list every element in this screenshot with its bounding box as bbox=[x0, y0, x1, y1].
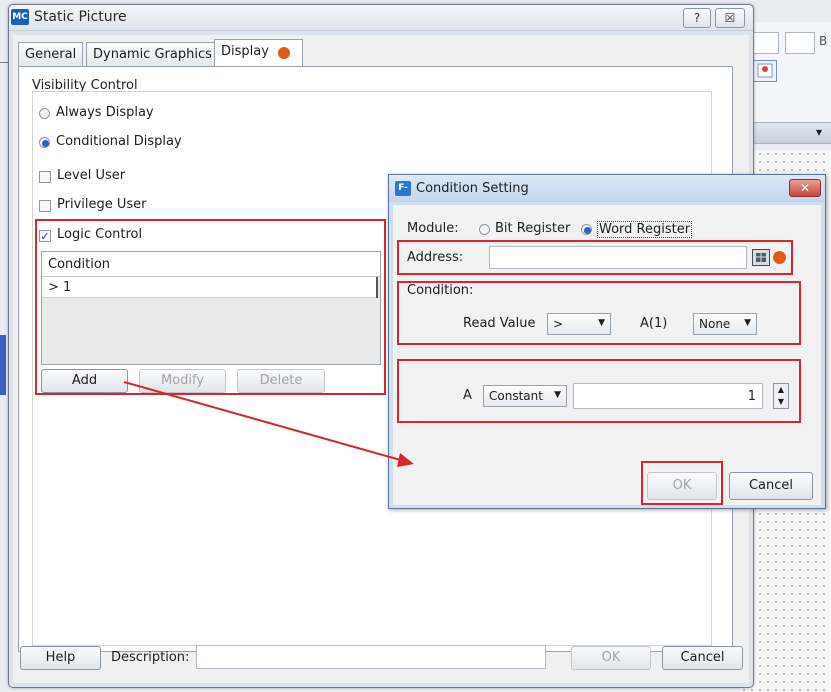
condition-app-icon: F- bbox=[395, 181, 411, 196]
app-icon: MC bbox=[11, 9, 29, 25]
condition-label: Condition: bbox=[407, 283, 474, 298]
condition-column-header: Condition bbox=[48, 257, 111, 272]
read-value-label: Read Value bbox=[463, 316, 536, 331]
background-combo-letter: B bbox=[819, 34, 828, 48]
logic-control-checkbox[interactable]: ✓ bbox=[39, 230, 51, 242]
a1-select[interactable]: None ▼ bbox=[693, 313, 757, 335]
logic-control-label: Logic Control bbox=[57, 227, 143, 242]
condition-ok-button[interactable]: OK bbox=[647, 472, 717, 500]
condition-dialog-title: Condition Setting bbox=[416, 181, 529, 196]
condition-cancel-button[interactable]: Cancel bbox=[729, 472, 813, 500]
module-label: Module: bbox=[407, 221, 459, 236]
tab-label: Display bbox=[221, 44, 269, 59]
value-spinner[interactable]: ▲ ▼ bbox=[773, 383, 789, 409]
background-combo-2[interactable] bbox=[785, 32, 815, 54]
always-display-radio[interactable] bbox=[39, 108, 50, 119]
a1-value: None bbox=[699, 317, 731, 331]
help-button[interactable]: Help bbox=[20, 646, 101, 670]
dialog-title: Static Picture bbox=[34, 9, 127, 25]
condition-titlebar: F- Condition Setting ✕ bbox=[389, 175, 825, 202]
privilege-user-label: Privilege User bbox=[57, 197, 147, 212]
tab-label: General bbox=[25, 47, 77, 62]
a1-label: A(1) bbox=[640, 316, 668, 331]
chevron-down-icon: ▼ bbox=[744, 318, 751, 328]
list-scrollbar[interactable] bbox=[376, 277, 378, 298]
condition-list[interactable]: Condition > 1 bbox=[41, 251, 381, 365]
address-input[interactable] bbox=[489, 246, 747, 269]
tab-display[interactable]: Display bbox=[214, 39, 303, 67]
level-user-checkbox[interactable] bbox=[39, 171, 51, 183]
a-label: A bbox=[463, 388, 472, 403]
tab-label: Dynamic Graphics bbox=[93, 47, 212, 62]
condition-setting-dialog: F- Condition Setting ✕ Module: Bit Regis… bbox=[388, 174, 826, 509]
bit-register-label: Bit Register bbox=[495, 221, 571, 236]
address-label: Address: bbox=[407, 250, 464, 265]
warning-icon bbox=[278, 47, 290, 59]
background-combo[interactable] bbox=[753, 32, 779, 54]
condition-dialog-body: Module: Bit Register Word Register Addre… bbox=[393, 205, 821, 505]
titlebar: MC Static Picture ? ☒ bbox=[9, 5, 753, 31]
ok-button[interactable]: OK bbox=[571, 646, 651, 670]
description-label: Description: bbox=[111, 650, 190, 665]
close-title-button[interactable]: ☒ bbox=[715, 8, 745, 28]
always-display-label: Always Display bbox=[56, 105, 154, 120]
background-blue-shape bbox=[0, 335, 6, 395]
privilege-user-checkbox[interactable] bbox=[39, 200, 51, 212]
condition-close-button[interactable]: ✕ bbox=[789, 179, 821, 197]
word-register-label: Word Register bbox=[597, 221, 693, 238]
warning-icon bbox=[773, 251, 786, 264]
a-type-value: Constant bbox=[489, 389, 543, 403]
tab-general[interactable]: General bbox=[18, 42, 84, 66]
operator-value: > bbox=[553, 317, 564, 331]
chevron-down-icon: ▼ bbox=[598, 318, 605, 328]
keypad-icon[interactable] bbox=[752, 249, 770, 266]
help-title-button[interactable]: ? bbox=[683, 8, 711, 28]
condition-row-value: > 1 bbox=[48, 280, 72, 295]
cancel-button[interactable]: Cancel bbox=[662, 646, 743, 670]
bit-register-radio[interactable] bbox=[479, 224, 490, 235]
a-value-input[interactable]: 1 bbox=[573, 383, 763, 409]
a-value-text: 1 bbox=[747, 389, 756, 404]
conditional-display-radio[interactable] bbox=[39, 137, 50, 148]
description-input[interactable] bbox=[196, 645, 546, 669]
tab-dynamic-graphics[interactable]: Dynamic Graphics bbox=[86, 42, 219, 66]
level-user-label: Level User bbox=[57, 168, 126, 183]
condition-row[interactable]: > 1 bbox=[42, 277, 376, 298]
chevron-down-icon: ▼ bbox=[554, 390, 561, 400]
delete-button[interactable]: Delete bbox=[237, 369, 325, 393]
modify-button[interactable]: Modify bbox=[139, 369, 226, 393]
operator-select[interactable]: > ▼ bbox=[547, 313, 611, 335]
word-register-radio[interactable] bbox=[581, 224, 592, 235]
condition-list-header: Condition bbox=[42, 252, 380, 277]
background-line bbox=[0, 62, 8, 63]
add-button[interactable]: Add bbox=[41, 369, 128, 393]
panel-menu-icon[interactable]: ▾ bbox=[816, 125, 822, 139]
a-type-select[interactable]: Constant ▼ bbox=[483, 385, 567, 407]
background-image-tool-icon[interactable] bbox=[753, 60, 777, 82]
conditional-display-label: Conditional Display bbox=[56, 134, 182, 149]
